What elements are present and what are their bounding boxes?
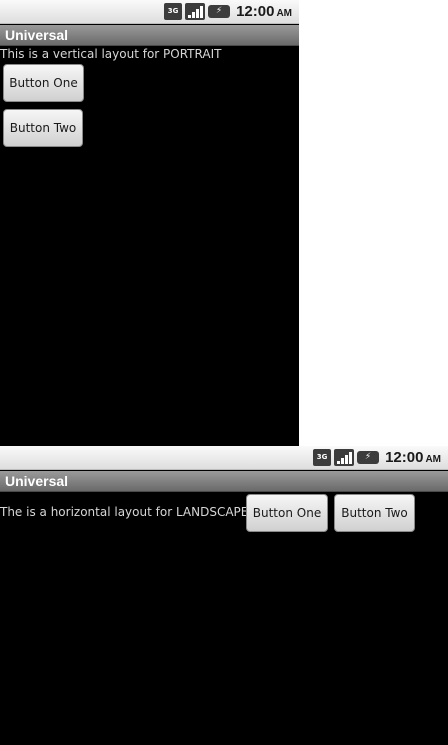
app-title: Universal [5,473,69,489]
network-3g-icon: 3G [164,3,183,20]
battery-icon: ⚡ [208,5,231,18]
landscape-screen: 3G ⚡ 12:00 AM Universal The is a horizont… [0,446,448,745]
clock-time: 12:00 [385,449,424,466]
status-icons: 3G ⚡ [164,3,231,20]
app-title: Universal [5,27,69,43]
app-title-bar: Universal [0,471,448,492]
portrait-screen: 3G ⚡ 12:00 AM Universal This is a vertica… [0,0,299,446]
status-clock: 12:00 AM [236,3,292,20]
portrait-button-one[interactable]: Button One [3,64,84,102]
landscape-button-one[interactable]: Button One [246,494,328,532]
status-clock: 12:00 AM [385,449,441,466]
landscape-button-two[interactable]: Button Two [334,494,415,532]
clock-ampm: AM [425,454,441,465]
status-bar: 3G ⚡ 12:00 AM [0,446,448,470]
status-bar: 3G ⚡ 12:00 AM [0,0,299,24]
signal-strength-icon [334,449,355,466]
signal-strength-icon [185,3,206,20]
network-3g-icon: 3G [313,449,332,466]
app-title-bar: Universal [0,25,299,46]
clock-ampm: AM [276,8,292,19]
portrait-button-two[interactable]: Button Two [3,109,83,147]
status-icons: 3G ⚡ [313,449,380,466]
landscape-message: The is a horizontal layout for LANDSCAPE [0,505,249,519]
clock-time: 12:00 [236,3,275,20]
battery-icon: ⚡ [357,451,380,464]
portrait-message: This is a vertical layout for PORTRAIT [0,47,222,61]
